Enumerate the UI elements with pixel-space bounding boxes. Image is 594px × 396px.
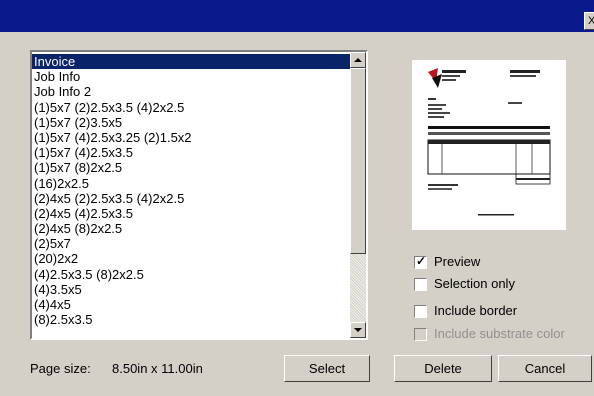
list-item[interactable]: (1)5x7 (4)2.5x3.25 (2)1.5x2 [32,130,350,145]
cancel-button[interactable]: Cancel [498,355,592,382]
page-size-label: Page size: [30,361,91,376]
list-item[interactable]: Invoice [32,54,350,70]
title-bar [0,0,594,32]
selection-only-label: Selection only [434,276,515,291]
list-item[interactable]: Job Info [32,69,350,84]
list-item[interactable]: (2)4x5 (4)2.5x3.5 [32,206,350,221]
checkbox-box [414,278,427,291]
page-size-readout: Page size: 8.50in x 11.00in [30,361,203,376]
page-size-value: 8.50in x 11.00in [112,361,203,376]
arrow-up-icon [354,58,362,62]
list-item[interactable]: (4)4x5 [32,297,350,312]
list-item[interactable]: (1)5x7 (8)2x2.5 [32,160,350,175]
scroll-thumb[interactable] [350,68,366,254]
list-item[interactable]: (2)4x5 (8)2x2.5 [32,221,350,236]
close-button[interactable]: X [584,12,594,30]
close-icon: X [588,15,594,27]
page-preview [412,60,566,230]
list-item[interactable]: (4)3.5x5 [32,282,350,297]
list-item[interactable]: (20)2x2 [32,251,350,266]
arrow-down-icon [354,328,362,332]
list-item[interactable]: (1)5x7 (2)3.5x5 [32,115,350,130]
select-button[interactable]: Select [284,355,370,382]
list-item[interactable]: (4)2.5x3.5 (8)2x2.5 [32,267,350,282]
list-item[interactable]: (8)2.5x3.5 [32,312,350,327]
list-item[interactable]: Job Info 2 [32,84,350,99]
check-icon: ✓ [416,254,427,268]
list-item[interactable]: (2)4x5 (2)2.5x3.5 (4)2x2.5 [32,191,350,206]
list-item[interactable]: (1)5x7 (2)2.5x3.5 (4)2x2.5 [32,100,350,115]
scroll-down-button[interactable] [350,322,366,338]
checkbox-box [414,305,427,318]
include-border-label: Include border [434,303,518,318]
invoice-thumbnail [427,68,551,216]
list-scrollbar[interactable] [350,52,366,338]
checkbox-box: ✓ [414,254,427,269]
delete-button[interactable]: Delete [394,355,492,382]
list-item[interactable]: (16)2x2.5 [32,176,350,191]
layout-list-items: Invoice Job Info Job Info 2 (1)5x7 (2)2.5x3… [32,54,350,327]
preview-label: Preview [434,254,481,269]
include-substrate-label: Include substrate color [434,326,565,341]
scroll-up-button[interactable] [350,52,366,68]
checkbox-box [414,328,427,341]
layout-list[interactable]: Invoice Job Info Job Info 2 (1)5x7 (2)2.5x3… [30,50,368,340]
list-item[interactable]: (1)5x7 (4)2.5x3.5 [32,145,350,160]
list-item[interactable]: (2)5x7 [32,236,350,251]
